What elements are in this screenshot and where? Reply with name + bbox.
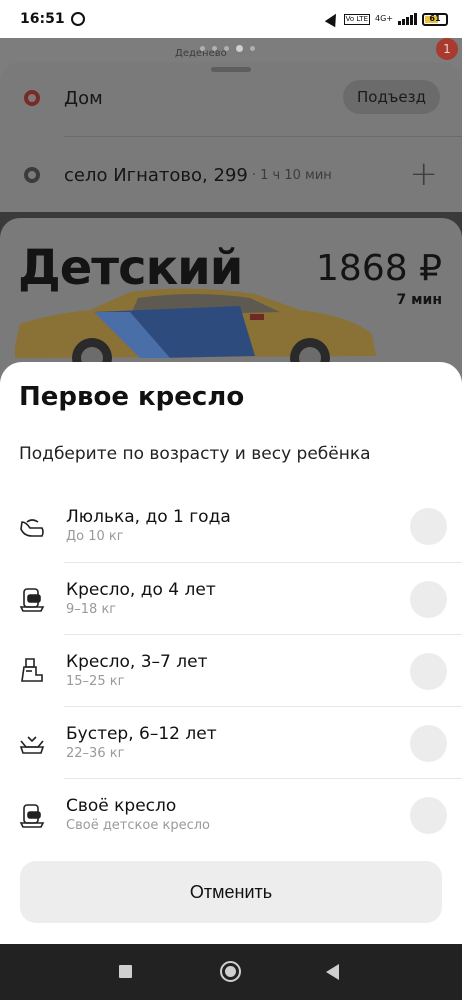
destination-row[interactable]: село Игнатово, 299 · 1 ч 10 мин + <box>0 145 462 205</box>
radio-button[interactable] <box>410 508 447 545</box>
option-label: Кресло, 3–7 лет <box>66 651 208 672</box>
child-seat-sheet: Первое кресло Подберите по возрасту и ве… <box>0 362 462 944</box>
carrycot-icon <box>20 519 44 537</box>
option-sub: Своё детское кресло <box>66 817 210 833</box>
origin-row[interactable]: Дом Подъезд <box>0 68 462 128</box>
option-sub: 15–25 кг <box>66 673 125 689</box>
option-sub: 9–18 кг <box>66 601 117 617</box>
location-icon <box>324 10 341 28</box>
child-seat-icon <box>19 588 45 612</box>
seat-option-own[interactable]: Своё кресло Своё детское кресло <box>19 778 462 850</box>
battery-icon: 61 <box>422 12 448 26</box>
seat-options-list: Люлька, до 1 года До 10 кг Кресло, до 4 … <box>0 490 462 850</box>
seat-option-up-to-4[interactable]: Кресло, до 4 лет 9–18 кг <box>19 562 462 634</box>
recents-icon[interactable] <box>119 965 132 978</box>
seat-option-booster[interactable]: Бустер, 6–12 лет 22–36 кг <box>19 706 462 778</box>
notification-badge[interactable]: 1 <box>436 38 458 60</box>
alarm-icon <box>70 12 85 26</box>
network-type-label: 4G+ <box>375 14 393 23</box>
seat-option-3-7[interactable]: Кресло, 3–7 лет 15–25 кг <box>21 634 462 706</box>
child-seat-highback-icon <box>21 658 43 682</box>
page-indicator <box>200 45 255 52</box>
destination-address: село Игнатово, 299 <box>64 164 248 186</box>
origin-address: Дом <box>64 87 103 109</box>
volte-icon: Vo LTE <box>343 13 370 25</box>
cancel-button[interactable]: Отменить <box>20 861 442 923</box>
add-stop-button[interactable]: + <box>410 157 439 191</box>
system-nav-bar <box>0 944 462 1000</box>
entrance-button[interactable]: Подъезд <box>342 80 440 114</box>
booster-icon <box>19 736 45 754</box>
seat-option-carrycot[interactable]: Люлька, до 1 года До 10 кг <box>0 490 462 562</box>
option-label: Бустер, 6–12 лет <box>66 723 217 744</box>
own-seat-icon <box>19 804 45 828</box>
option-label: Кресло, до 4 лет <box>66 579 216 600</box>
status-indicators: Vo LTE 4G+ 61 <box>324 10 448 28</box>
destination-pin-icon <box>24 167 40 183</box>
tariff-price: 1868 ₽ <box>316 248 442 289</box>
origin-pin-icon <box>24 90 40 106</box>
signal-icon <box>398 13 417 25</box>
option-sub: 22–36 кг <box>66 745 125 761</box>
battery-level: 61 <box>429 13 441 23</box>
route-card: Дом Подъезд село Игнатово, 299 · 1 ч 10 … <box>0 62 462 212</box>
status-time: 16:51 <box>20 11 65 27</box>
sheet-subtitle: Подберите по возрасту и весу ребёнка <box>19 444 371 464</box>
divider <box>64 136 462 137</box>
route-eta: · 1 ч 10 мин <box>251 167 332 183</box>
status-bar: 16:51 Vo LTE 4G+ 61 <box>0 0 462 38</box>
radio-button[interactable] <box>410 581 447 618</box>
back-icon[interactable] <box>326 964 339 980</box>
radio-button[interactable] <box>410 797 447 834</box>
option-label: Своё кресло <box>66 795 177 816</box>
option-label: Люлька, до 1 года <box>66 507 231 527</box>
radio-button[interactable] <box>410 653 447 690</box>
home-icon[interactable] <box>220 961 241 982</box>
pickup-time: 7 мин <box>396 292 442 308</box>
radio-button[interactable] <box>410 725 447 762</box>
sheet-title: Первое кресло <box>19 382 245 412</box>
option-sub: До 10 кг <box>66 529 124 544</box>
